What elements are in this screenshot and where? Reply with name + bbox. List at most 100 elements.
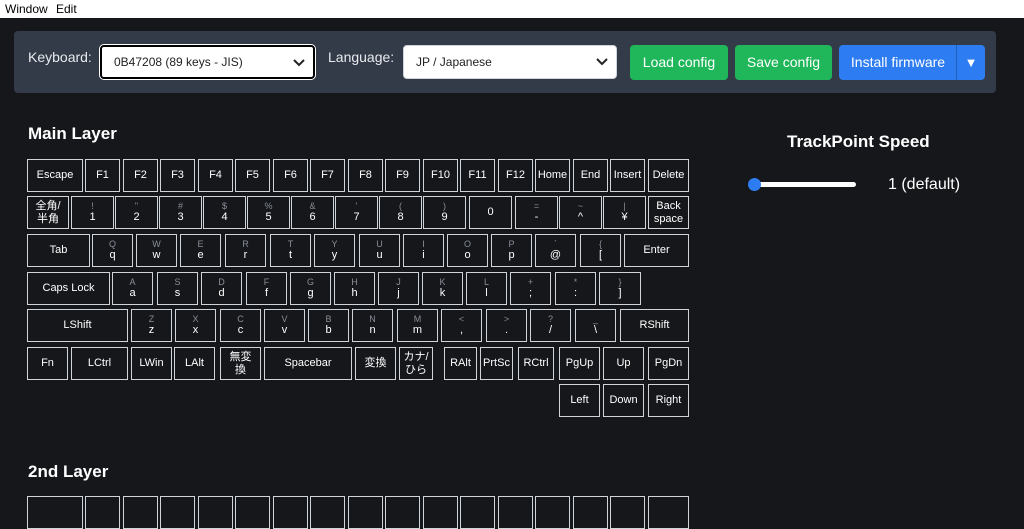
key[interactable]: Ss [157, 272, 198, 305]
key[interactable]: {[ [580, 234, 621, 267]
key[interactable]: 無変換 [220, 347, 261, 380]
key[interactable]: F3 [160, 159, 195, 192]
key[interactable]: Ee [180, 234, 221, 267]
key[interactable]: LShift [27, 309, 128, 342]
key[interactable]: LAlt [174, 347, 215, 380]
key[interactable]: Mm [397, 309, 438, 342]
key[interactable]: Bb [308, 309, 349, 342]
key[interactable]: Rr [225, 234, 266, 267]
key[interactable]: ? / [530, 309, 571, 342]
key[interactable] [310, 496, 345, 529]
key[interactable]: Fn [27, 347, 68, 380]
key[interactable]: F9 [385, 159, 420, 192]
language-select[interactable]: JP / Japanese [403, 45, 617, 79]
key[interactable]: Cc [220, 309, 261, 342]
key[interactable]: F8 [348, 159, 383, 192]
key[interactable]: PgUp [559, 347, 600, 380]
keyboard-select[interactable]: 0B47208 (89 keys - JIS) [100, 45, 315, 79]
key[interactable]: Delete [648, 159, 689, 192]
key[interactable]: F12 [498, 159, 533, 192]
key[interactable]: }] [599, 272, 641, 305]
key[interactable]: = - [515, 196, 558, 229]
key[interactable]: $4 [203, 196, 246, 229]
key[interactable]: F1 [85, 159, 120, 192]
key[interactable] [273, 496, 308, 529]
key[interactable]: *: [555, 272, 596, 305]
load-config-button[interactable]: Load config [630, 45, 728, 80]
key[interactable]: & 6 [291, 196, 334, 229]
key[interactable]: Ww [136, 234, 177, 267]
key[interactable]: Back space [648, 196, 689, 229]
key[interactable]: Aa [112, 272, 153, 305]
key[interactable] [573, 496, 608, 529]
key[interactable] [498, 496, 533, 529]
key[interactable]: RAlt [444, 347, 477, 380]
key[interactable]: >. [486, 309, 527, 342]
key[interactable]: RCtrl [518, 347, 554, 380]
key[interactable]: Vv [264, 309, 305, 342]
key[interactable]: End [573, 159, 608, 192]
key[interactable]: Oo [447, 234, 488, 267]
key[interactable]: カナ/ひら [399, 347, 433, 380]
key[interactable]: 0 [469, 196, 512, 229]
key[interactable]: Jj [378, 272, 419, 305]
menu-edit[interactable]: Edit [56, 0, 77, 18]
key[interactable]: Escape [27, 159, 83, 192]
key[interactable] [423, 496, 458, 529]
key[interactable]: Ii [403, 234, 444, 267]
key[interactable] [348, 496, 383, 529]
key[interactable]: F6 [273, 159, 308, 192]
key[interactable]: 変換 [355, 347, 396, 380]
key[interactable]: <, [441, 309, 482, 342]
key[interactable]: 全角/半角 [27, 196, 69, 229]
key[interactable]: _ \ [575, 309, 616, 342]
install-firmware-dropdown-button[interactable]: ▼ [956, 45, 985, 80]
key[interactable]: " 2 [115, 196, 158, 229]
key[interactable]: Gg [290, 272, 331, 305]
key[interactable]: Enter [624, 234, 689, 267]
key[interactable]: Uu [359, 234, 400, 267]
key[interactable]: | ¥ [603, 196, 646, 229]
trackpoint-speed-slider[interactable] [752, 182, 856, 187]
key[interactable] [385, 496, 420, 529]
key[interactable]: +; [510, 272, 551, 305]
key[interactable]: Kk [422, 272, 463, 305]
key[interactable]: F11 [460, 159, 495, 192]
key[interactable] [198, 496, 233, 529]
key[interactable]: Caps Lock [27, 272, 110, 305]
key[interactable]: LCtrl [71, 347, 128, 380]
key[interactable]: % 5 [247, 196, 290, 229]
key[interactable] [160, 496, 195, 529]
key[interactable]: PrtSc [480, 347, 513, 380]
key[interactable]: F4 [198, 159, 233, 192]
key[interactable]: F7 [310, 159, 345, 192]
key[interactable]: ` @ [535, 234, 576, 267]
key[interactable]: LWin [131, 347, 172, 380]
key[interactable] [535, 496, 570, 529]
key[interactable]: Ff [246, 272, 287, 305]
key[interactable]: Ll [466, 272, 507, 305]
key[interactable] [27, 496, 83, 529]
key[interactable]: F10 [423, 159, 458, 192]
key[interactable]: Xx [175, 309, 216, 342]
key[interactable]: ' 7 [335, 196, 378, 229]
key[interactable] [460, 496, 495, 529]
key[interactable]: Up [603, 347, 644, 380]
key[interactable] [235, 496, 270, 529]
key[interactable]: (8 [379, 196, 422, 229]
key[interactable]: Home [535, 159, 570, 192]
key[interactable]: Pp [491, 234, 532, 267]
key[interactable]: #3 [159, 196, 202, 229]
key[interactable]: F5 [235, 159, 270, 192]
key[interactable]: Hh [334, 272, 375, 305]
key[interactable]: Dd [201, 272, 242, 305]
key[interactable]: Nn [352, 309, 393, 342]
key[interactable]: Qq [92, 234, 133, 267]
key[interactable]: Spacebar [264, 347, 352, 380]
key[interactable]: Insert [610, 159, 645, 192]
key[interactable] [610, 496, 645, 529]
key[interactable]: ! 1 [71, 196, 114, 229]
key[interactable]: Tt [270, 234, 311, 267]
key[interactable]: ~ ^ [559, 196, 602, 229]
save-config-button[interactable]: Save config [735, 45, 832, 80]
